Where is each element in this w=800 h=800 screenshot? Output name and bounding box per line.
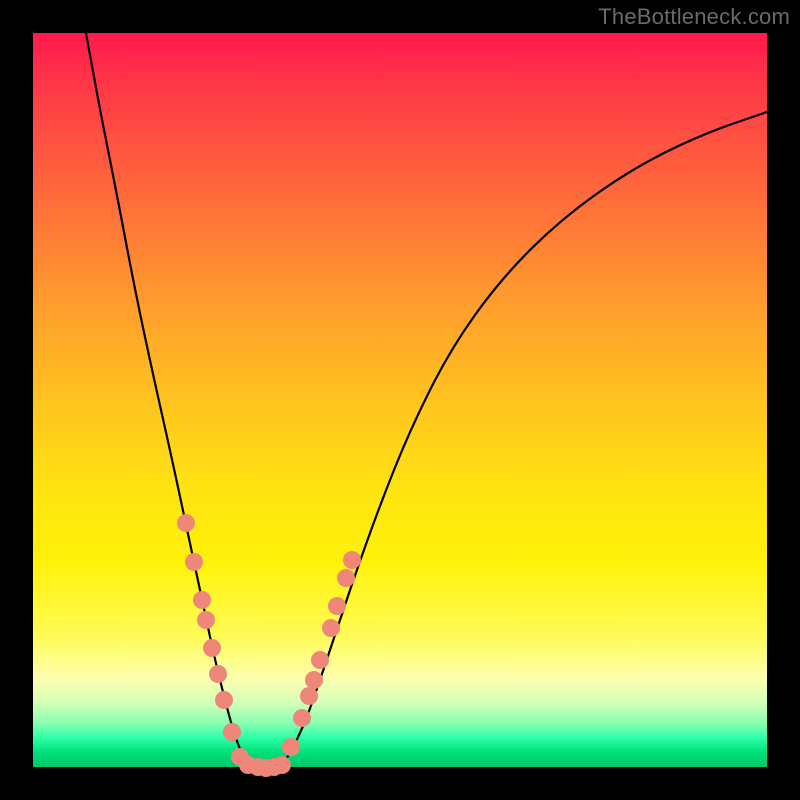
gradient-background	[33, 33, 767, 767]
watermark-label: TheBottleneck.com	[598, 4, 790, 30]
chart-canvas: TheBottleneck.com	[0, 0, 800, 800]
